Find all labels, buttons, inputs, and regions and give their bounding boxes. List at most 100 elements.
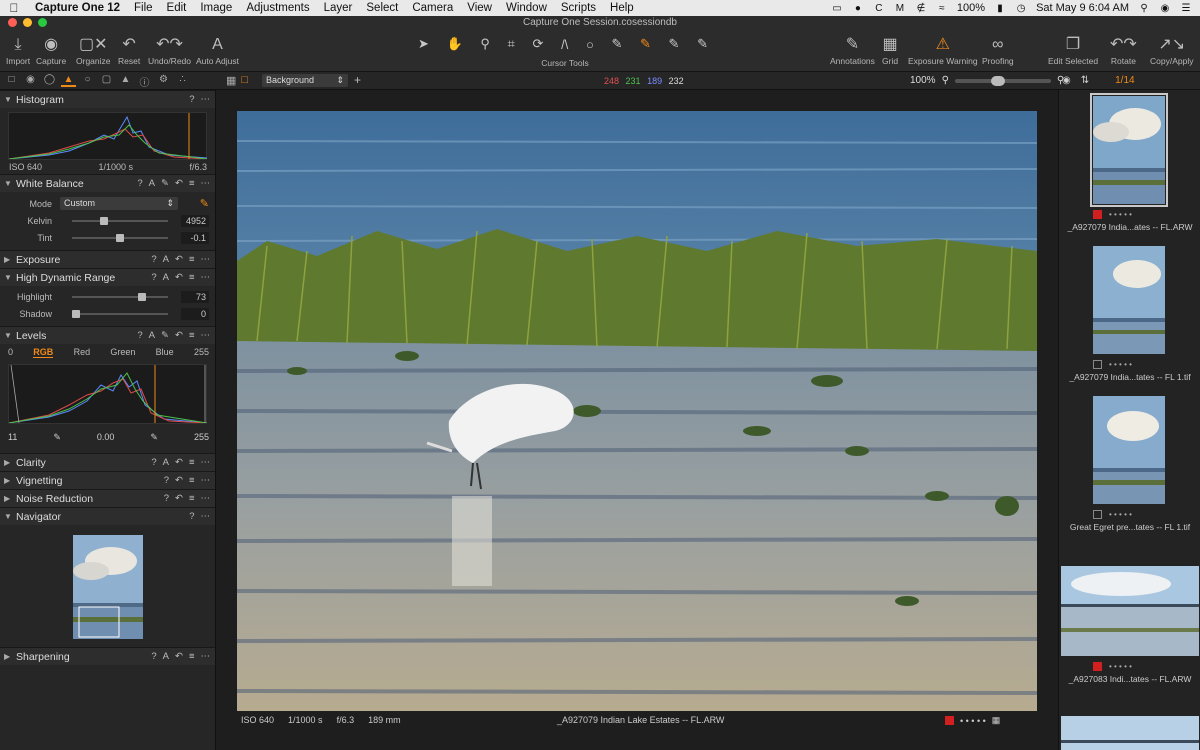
- clarity-header[interactable]: ▶ Clarity ? A ↶ ≡ ⋯: [0, 453, 215, 471]
- shadow-value[interactable]: 0: [181, 307, 209, 320]
- highlight-slider-knob[interactable]: [138, 292, 146, 301]
- help-icon[interactable]: ?: [151, 254, 156, 265]
- tint-slider-knob[interactable]: [116, 233, 124, 242]
- auto-icon[interactable]: A: [149, 178, 155, 189]
- menu-view[interactable]: View: [460, 2, 499, 14]
- levels-header[interactable]: ▼ Levels ? A ✎ ↶ ≡ ⋯: [0, 326, 215, 344]
- color-picker-icon[interactable]: ✎: [640, 36, 651, 52]
- keystone-icon[interactable]: /\: [561, 37, 568, 52]
- thumb-label-4[interactable]: _A927083 Indi...tates -- FL.ARW: [1059, 674, 1200, 684]
- levels-midtone[interactable]: 0.00: [97, 432, 115, 443]
- menu-app-name[interactable]: Capture One 12: [28, 2, 127, 14]
- reset-icon[interactable]: ↶: [175, 651, 183, 662]
- exposure-warning-button[interactable]: ⚠ Exposure Warning: [908, 34, 978, 66]
- add-layer-icon[interactable]: +: [354, 73, 361, 87]
- wb-picker-icon[interactable]: ✎: [669, 36, 680, 52]
- more-icon[interactable]: ⋯: [201, 254, 211, 265]
- more-icon[interactable]: ⋯: [201, 272, 211, 283]
- menu-icon[interactable]: ≡: [189, 330, 195, 341]
- levels-tab-green[interactable]: Green: [110, 347, 135, 358]
- browser-thumb-1[interactable]: [1090, 93, 1168, 207]
- levels-histogram[interactable]: [8, 364, 208, 424]
- levels-tab-red[interactable]: Red: [74, 347, 91, 358]
- picker-icon[interactable]: ✎: [161, 330, 169, 341]
- screen-icon[interactable]: ▭: [831, 3, 843, 14]
- multi-view-icon[interactable]: ▦: [226, 74, 236, 87]
- navigator-header[interactable]: ▼ Navigator ? ⋯: [0, 507, 215, 525]
- histogram-header[interactable]: ▼ Histogram ? ⋯: [0, 90, 215, 108]
- undo-redo-button[interactable]: ↶↷ Undo/Redo: [148, 34, 191, 66]
- rotate-button[interactable]: ↶↷ Rotate: [1110, 34, 1137, 66]
- menu-image[interactable]: Image: [193, 2, 239, 14]
- menu-layer[interactable]: Layer: [317, 2, 360, 14]
- capture-button[interactable]: ◉ Capture: [36, 34, 66, 66]
- auto-icon[interactable]: A: [163, 254, 169, 265]
- menu-edit[interactable]: Edit: [160, 2, 194, 14]
- import-button[interactable]: ⤓ Import: [6, 34, 30, 66]
- menu-icon[interactable]: ≡: [189, 651, 195, 662]
- zoom-value[interactable]: 100%: [910, 75, 936, 86]
- tint-slider[interactable]: [72, 233, 168, 242]
- c-app-icon[interactable]: C: [873, 3, 885, 14]
- levels-tab-rgb[interactable]: RGB: [33, 347, 54, 358]
- more-icon[interactable]: ⋯: [201, 475, 211, 486]
- vignetting-header[interactable]: ▶ Vignetting ? ↶ ≡ ⋯: [0, 471, 215, 489]
- reset-icon[interactable]: ↶: [175, 178, 183, 189]
- menu-select[interactable]: Select: [359, 2, 405, 14]
- auto-icon[interactable]: A: [163, 457, 169, 468]
- auto-icon[interactable]: A: [149, 330, 155, 341]
- thumb-label-1[interactable]: _A927079 India...ates -- FL.ARW: [1059, 222, 1200, 232]
- menu-icon[interactable]: ≡: [189, 272, 195, 283]
- levels-tab-blue[interactable]: Blue: [156, 347, 174, 358]
- levels-input-high[interactable]: 255: [194, 347, 209, 358]
- more-icon[interactable]: ⋯: [201, 511, 211, 522]
- navigator-preview[interactable]: [72, 535, 143, 639]
- thumb-label-2[interactable]: _A927079 India...tates -- FL 1.tif: [1059, 372, 1200, 382]
- search-icon[interactable]: ⚲: [1138, 3, 1150, 14]
- highlight-value[interactable]: 73: [181, 290, 209, 303]
- help-icon[interactable]: ?: [151, 457, 156, 468]
- kelvin-slider[interactable]: [72, 216, 168, 225]
- sharpening-header[interactable]: ▶ Sharpening ? A ↶ ≡ ⋯: [0, 647, 215, 665]
- adjustments-tab-icon[interactable]: ⚙: [156, 74, 171, 87]
- rotate-cursor-icon[interactable]: ⟳: [533, 36, 544, 52]
- white-picker-icon[interactable]: ✎: [150, 432, 158, 443]
- menu-icon[interactable]: ≡: [189, 475, 195, 486]
- composition-tab-icon[interactable]: ▢: [99, 74, 114, 87]
- battery-icon[interactable]: ▮: [994, 3, 1006, 14]
- menu-icon[interactable]: ≡: [189, 254, 195, 265]
- help-icon[interactable]: ?: [137, 178, 142, 189]
- brush-icon[interactable]: ✎: [611, 36, 622, 52]
- sort-icon[interactable]: ⇅: [1081, 75, 1089, 86]
- reset-icon[interactable]: ↶: [175, 254, 183, 265]
- menu-file[interactable]: File: [127, 2, 160, 14]
- more-icon[interactable]: ⋯: [201, 457, 211, 468]
- color-tag-red[interactable]: [945, 716, 954, 725]
- levels-output-high[interactable]: 255: [194, 432, 209, 443]
- reset-icon[interactable]: ↶: [175, 475, 183, 486]
- auto-icon[interactable]: A: [163, 651, 169, 662]
- rating-dots[interactable]: • • • • •: [1109, 360, 1132, 369]
- edit-selected-button[interactable]: ❐ Edit Selected: [1048, 34, 1098, 66]
- library-tab-icon[interactable]: □: [4, 74, 19, 87]
- menubar-clock[interactable]: Sat May 9 6:04 AM: [1036, 2, 1129, 14]
- color-tag-red[interactable]: [1093, 662, 1102, 671]
- zoom-out-icon[interactable]: ⚲: [942, 75, 949, 86]
- background-layer-select[interactable]: Background ⇕: [262, 74, 348, 87]
- tint-value[interactable]: -0.1: [181, 231, 209, 244]
- levels-input-low[interactable]: 0: [8, 347, 13, 358]
- reset-icon[interactable]: ↶: [175, 330, 183, 341]
- color-tag-red[interactable]: [1093, 210, 1102, 219]
- capture-tab-icon[interactable]: ◉: [23, 74, 38, 87]
- exposure-tab-icon[interactable]: ▲: [61, 74, 76, 87]
- noise-reduction-header[interactable]: ▶ Noise Reduction ? ↶ ≡ ⋯: [0, 489, 215, 507]
- zoom-slider-thumb[interactable]: [990, 75, 1005, 86]
- m-app-icon[interactable]: M: [894, 3, 906, 14]
- shadow-slider[interactable]: [72, 309, 168, 318]
- color-tab-icon[interactable]: ◯: [42, 74, 57, 87]
- notification-center-icon[interactable]: ☰: [1180, 3, 1192, 14]
- color-tag-none[interactable]: [1093, 360, 1102, 369]
- auto-icon[interactable]: A: [163, 272, 169, 283]
- menu-window[interactable]: Window: [499, 2, 554, 14]
- highlight-slider[interactable]: [72, 292, 168, 301]
